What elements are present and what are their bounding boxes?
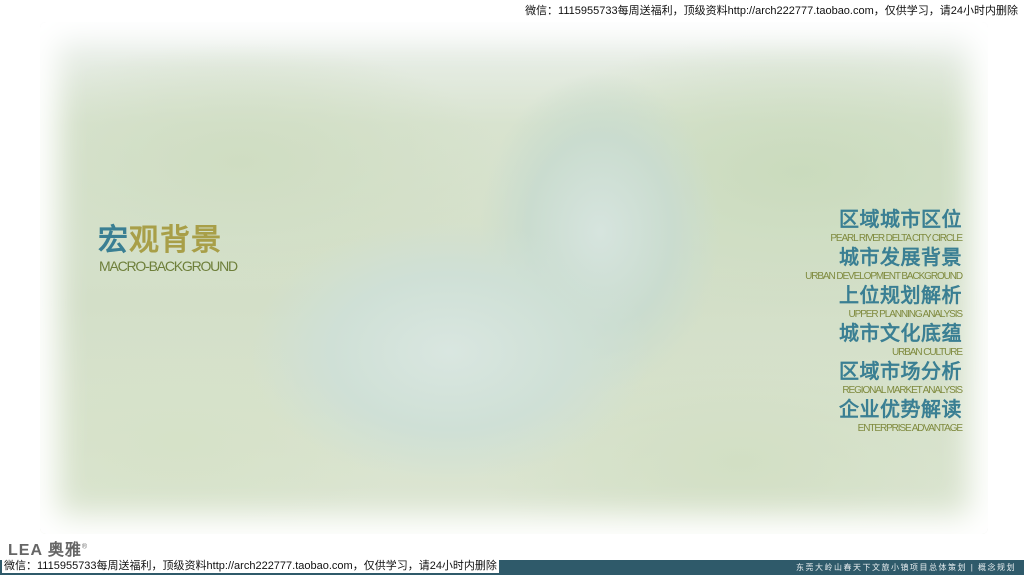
footer-doc-type: 概念规划 [978, 563, 1016, 572]
footer-project-name: 东莞大岭山春天下文旅小镇项目总体策划 [795, 563, 967, 572]
menu-item-title: 企业优势解读 [839, 399, 962, 421]
registered-mark: ® [81, 543, 89, 551]
menu-item-title: 上位规划解析 [839, 285, 962, 307]
menu-item-subtitle: Enterprise advantage [857, 423, 963, 434]
section-title-first-char: 宏 [98, 224, 129, 257]
footer-project-info: 东莞大岭山春天下文旅小镇项目总体策划 | 概念规划 [796, 562, 1016, 573]
menu-item-title: 城市发展背景 [839, 247, 962, 269]
section-title-rest: 观背景 [129, 224, 222, 257]
menu-item-upper-planning[interactable]: 上位规划解析 Upper planning analysis [805, 284, 964, 322]
menu-item-subtitle: Pearl River Delta City Circle [830, 233, 963, 244]
menu-item-urban-development[interactable]: 城市发展背景 Urban development background [805, 246, 963, 284]
section-subtitle: MACRO-BACKGROUND [99, 258, 238, 274]
section-title: 宏观背景 [98, 215, 222, 259]
menu-item-subtitle: Regional market analysis [842, 385, 963, 396]
menu-item-subtitle: Upper planning analysis [848, 309, 964, 320]
contents-menu: 区域城市区位 Pearl River Delta City Circle 城市发… [805, 208, 964, 436]
menu-item-subtitle: Urban development background [805, 271, 963, 282]
bottom-watermark-banner: 微信：1115955733每周送福利，顶级资料http://arch222777… [2, 557, 499, 573]
menu-item-title: 区域市场分析 [839, 361, 962, 383]
menu-item-urban-culture[interactable]: 城市文化底蕴 Urban culture [805, 322, 963, 360]
menu-item-regional-market[interactable]: 区域市场分析 Regional market analysis [805, 360, 963, 398]
top-watermark-banner: 微信：1115955733每周送福利，顶级资料http://arch222777… [525, 5, 1018, 17]
menu-item-title: 城市文化底蕴 [839, 323, 962, 345]
menu-item-enterprise-advantage[interactable]: 企业优势解读 Enterprise advantage [805, 398, 963, 436]
menu-item-title: 区域城市区位 [839, 209, 962, 231]
menu-item-regional-location[interactable]: 区域城市区位 Pearl River Delta City Circle [805, 208, 963, 246]
footer-separator: | [970, 563, 975, 572]
menu-item-subtitle: Urban culture [892, 347, 963, 358]
